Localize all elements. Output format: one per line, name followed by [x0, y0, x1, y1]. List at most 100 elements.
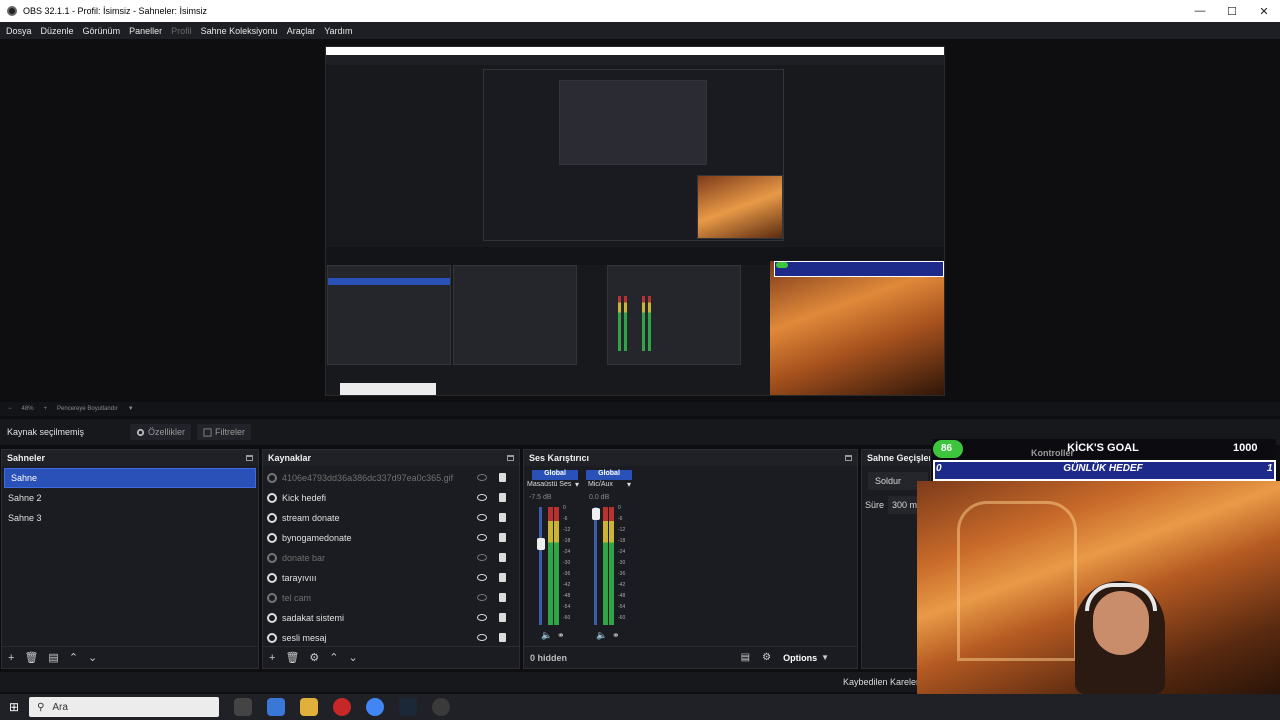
copilot-icon[interactable]	[267, 698, 286, 716]
windows-start-icon[interactable]: ⊞	[9, 700, 19, 714]
gear-icon[interactable]: ⚙	[762, 652, 771, 663]
eye-hidden-icon[interactable]	[477, 594, 487, 601]
source-row[interactable]: stream donate	[263, 508, 519, 528]
close-button[interactable]: ✕	[1248, 0, 1280, 22]
speaker-icon[interactable]: 🔈	[541, 630, 552, 641]
lock-icon[interactable]	[499, 553, 506, 562]
speaker-icon[interactable]: 🔈	[596, 630, 607, 641]
menu-docks[interactable]: Paneller	[129, 26, 162, 36]
volume-slider-track[interactable]	[594, 507, 597, 625]
volume-slider-track[interactable]	[539, 507, 542, 625]
volume-slider-handle[interactable]	[592, 508, 600, 520]
sources-title: Kaynaklar	[268, 453, 312, 463]
menu-edit[interactable]: Düzenle	[41, 26, 74, 36]
undock-icon[interactable]	[845, 455, 852, 461]
scene-item[interactable]: Sahne 3	[2, 508, 258, 528]
scene-item[interactable]: Sahne	[4, 468, 256, 488]
headphones-icon[interactable]: ⚭	[612, 630, 620, 641]
menu-file[interactable]: Dosya	[6, 26, 32, 36]
browser-source-icon	[267, 553, 277, 563]
taskbar-search[interactable]: ⚲ Ara	[29, 697, 220, 717]
menu-tools[interactable]: Araçlar	[287, 26, 316, 36]
nested-titlebar	[326, 47, 944, 55]
eye-hidden-icon[interactable]	[477, 554, 487, 561]
menu-scene-collection[interactable]: Sahne Koleksiyonu	[201, 26, 278, 36]
source-row[interactable]: bynogamedonate	[263, 528, 519, 548]
source-row[interactable]: donate bar	[263, 548, 519, 568]
scene-filters-button[interactable]: ▤	[48, 651, 58, 664]
options-button[interactable]: Options	[783, 653, 817, 663]
obs-icon[interactable]	[432, 698, 451, 716]
browser-source-icon	[267, 593, 277, 603]
remove-source-button[interactable]: 🗑	[285, 651, 299, 664]
eye-icon[interactable]	[477, 494, 487, 501]
channel-name[interactable]: Masaüstü Ses	[527, 481, 571, 488]
maximize-button[interactable]: ☐	[1216, 0, 1248, 22]
menu-view[interactable]: Görünüm	[83, 26, 121, 36]
lock-icon[interactable]	[499, 593, 506, 602]
source-settings-button[interactable]: ⚙	[309, 651, 319, 664]
eye-icon[interactable]	[477, 614, 487, 621]
lock-icon[interactable]	[499, 633, 506, 642]
browser-source-icon	[267, 493, 277, 503]
task-view-icon[interactable]	[234, 698, 253, 716]
properties-button[interactable]: Özellikler	[130, 424, 192, 440]
eye-icon[interactable]	[477, 634, 487, 641]
lock-icon[interactable]	[499, 573, 506, 582]
title-bar: OBS 32.1.1 - Profil: İsimsiz - Sahneler:…	[0, 0, 1280, 22]
taskbar: ⊞ ⚲ Ara	[0, 694, 1280, 720]
source-row[interactable]: tel cam	[263, 588, 519, 608]
menu-profile[interactable]: Profil	[171, 26, 192, 36]
source-row[interactable]: Kick hedefi	[263, 488, 519, 508]
channel-name[interactable]: Mic/Aux	[588, 481, 613, 488]
source-row[interactable]: sesli mesaj	[263, 628, 519, 648]
source-row[interactable]: tarayıvııı	[263, 568, 519, 588]
filters-label: Filtreler	[215, 427, 246, 437]
audio-mixer-dock: Ses Karıştırıcı Global Global Masaüstü S…	[523, 449, 858, 669]
lock-icon[interactable]	[499, 493, 506, 502]
lock-icon[interactable]	[499, 533, 506, 542]
eye-hidden-icon[interactable]	[477, 474, 487, 481]
opera-icon[interactable]	[333, 698, 352, 716]
zoom-out-button[interactable]: −	[8, 406, 12, 412]
chevron-down-icon[interactable]: ▼	[821, 653, 829, 662]
undock-icon[interactable]	[507, 455, 514, 461]
eye-icon[interactable]	[477, 534, 487, 541]
lock-icon[interactable]	[499, 613, 506, 622]
eye-icon[interactable]	[477, 574, 487, 581]
layout-icon[interactable]: ▤	[741, 652, 750, 663]
headphones-icon[interactable]: ⚭	[557, 630, 565, 641]
steam-icon[interactable]	[399, 698, 418, 716]
add-source-button[interactable]: +	[269, 652, 275, 664]
chevron-down-icon[interactable]: ▼	[128, 406, 134, 412]
chevron-down-icon[interactable]: ▾	[627, 480, 631, 489]
zoom-in-button[interactable]: +	[44, 406, 48, 412]
search-icon: ⚲	[37, 701, 45, 713]
chevron-down-icon[interactable]: ▾	[575, 480, 579, 489]
chrome-icon[interactable]	[366, 698, 385, 716]
eye-icon[interactable]	[477, 514, 487, 521]
file-explorer-icon[interactable]	[300, 698, 319, 716]
image-source-icon	[267, 473, 277, 483]
scene-item[interactable]: Sahne 2	[2, 488, 258, 508]
volume-slider-handle[interactable]	[537, 538, 545, 550]
filters-button[interactable]: Filtreler	[197, 424, 252, 440]
move-up-button[interactable]: ⌃	[69, 651, 78, 664]
menu-help[interactable]: Yardım	[324, 26, 352, 36]
undock-icon[interactable]	[246, 455, 253, 461]
lock-icon[interactable]	[499, 473, 506, 482]
move-down-button[interactable]: ⌄	[88, 651, 97, 664]
source-row[interactable]: sadakat sistemi	[263, 608, 519, 628]
gear-icon	[136, 428, 145, 436]
preview-canvas[interactable]	[325, 46, 945, 396]
lock-icon[interactable]	[499, 513, 506, 522]
minimize-button[interactable]: —	[1184, 0, 1216, 22]
move-down-button[interactable]: ⌄	[349, 651, 358, 664]
nested-preview-inner	[559, 80, 707, 165]
source-row[interactable]: 4106e4793dd36a386dc337d97ea0c365.gif	[263, 468, 519, 488]
remove-scene-button[interactable]: 🗑	[24, 651, 38, 664]
fit-to-window[interactable]: Pencereye Boyutlandır	[57, 406, 118, 412]
browser-source-icon	[267, 613, 277, 623]
add-scene-button[interactable]: +	[8, 652, 14, 664]
move-up-button[interactable]: ⌃	[329, 651, 338, 664]
